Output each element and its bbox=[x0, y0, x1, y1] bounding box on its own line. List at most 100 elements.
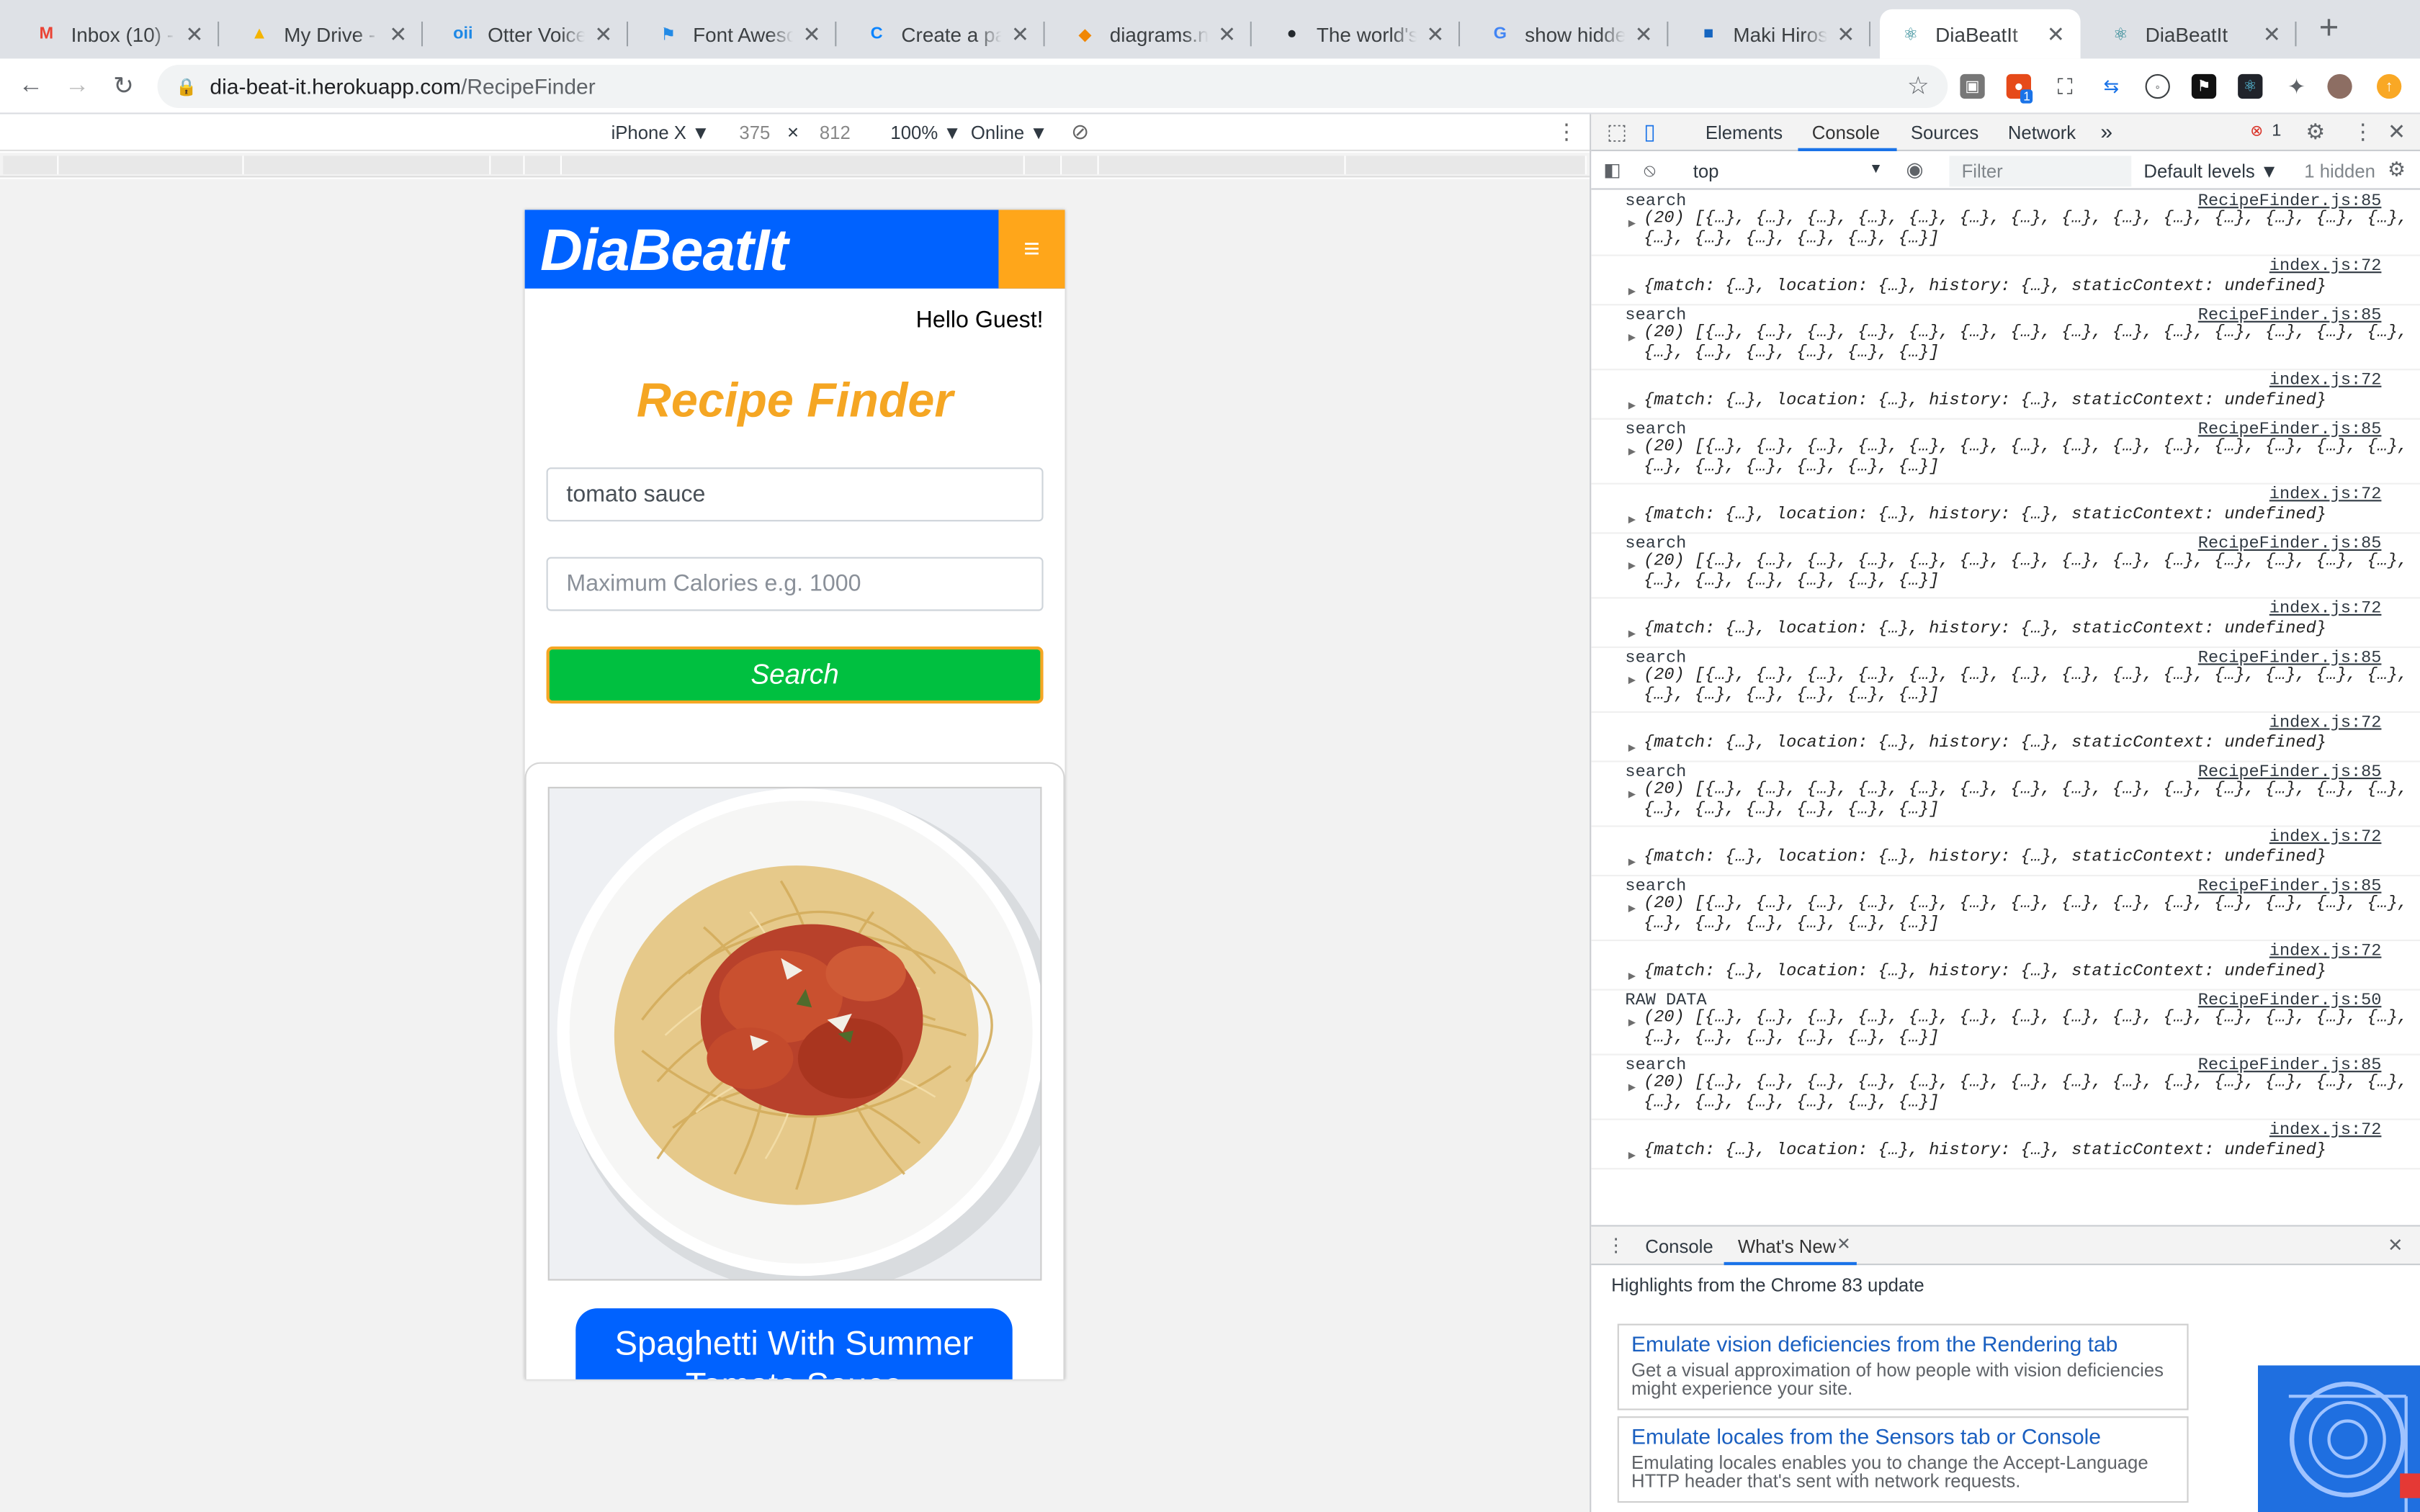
expand-triangle-icon[interactable]: ▶ bbox=[1628, 512, 1636, 528]
height-input[interactable]: 812 bbox=[820, 122, 851, 143]
search-input[interactable]: tomato sauce bbox=[546, 467, 1044, 522]
expand-triangle-icon[interactable]: ▶ bbox=[1628, 741, 1636, 756]
more-tabs-icon[interactable]: » bbox=[2100, 119, 2112, 143]
console-message[interactable]: search RecipeFinder.js:85 ▶ (20) [{…}, {…},… bbox=[1591, 534, 2420, 599]
console-object-preview[interactable]: {match: {…}, location: {…}, history: {…}… bbox=[1644, 620, 2326, 639]
console-message[interactable]: index.js:72 ▶ {match: {…}, location: {…}, … bbox=[1591, 370, 2420, 420]
device-select[interactable]: iPhone X ▼ bbox=[611, 122, 710, 143]
console-object-preview[interactable]: {match: {…}, location: {…}, history: {…}… bbox=[1644, 1142, 2326, 1161]
news-title[interactable]: Emulate vision deficiencies from the Ren… bbox=[1631, 1331, 2174, 1356]
browser-tab[interactable]: ⚛ DiaBeatIt ✕ bbox=[1880, 9, 2081, 59]
console-source-link[interactable]: index.js:72 bbox=[2269, 714, 2382, 733]
console-source-link[interactable]: index.js:72 bbox=[2269, 372, 2382, 390]
close-tab-icon[interactable]: ✕ bbox=[1423, 21, 1448, 47]
chrome-update-thumbnail[interactable] bbox=[2258, 1365, 2420, 1512]
address-bar[interactable]: 🔒 dia-beat-it.herokuapp.com/RecipeFinder… bbox=[157, 65, 1948, 108]
console-source-link[interactable]: index.js:72 bbox=[2269, 942, 2382, 961]
console-object-preview[interactable]: {match: {…}, location: {…}, history: {…}… bbox=[1644, 506, 2326, 526]
browser-tab[interactable]: ⚛ DiaBeatIt ✕ bbox=[2089, 9, 2297, 59]
close-tab-icon[interactable]: ✕ bbox=[386, 21, 411, 47]
hamburger-menu-button[interactable]: ≡ bbox=[998, 210, 1065, 289]
console-message[interactable]: search RecipeFinder.js:85 ▶ (20) [{…}, {…},… bbox=[1591, 1056, 2420, 1120]
console-source-link[interactable]: RecipeFinder.js:85 bbox=[2198, 649, 2382, 668]
console-source-link[interactable]: RecipeFinder.js:85 bbox=[2198, 764, 2382, 783]
console-object-preview[interactable]: (20) [{…}, {…}, {…}, {…}, {…}, {…}, {…},… bbox=[1644, 780, 2408, 819]
close-devtools-icon[interactable]: ✕ bbox=[2388, 119, 2406, 145]
new-tab-button[interactable]: + bbox=[2312, 10, 2346, 46]
update-icon[interactable]: ↑ bbox=[2377, 73, 2402, 99]
console-object-preview[interactable]: (20) [{…}, {…}, {…}, {…}, {…}, {…}, {…},… bbox=[1644, 324, 2408, 363]
console-message[interactable]: RAW DATA RecipeFinder.js:50 ▶ (20) [{…}, {…… bbox=[1591, 991, 2420, 1056]
console-log-area[interactable]: search RecipeFinder.js:85 ▶ (20) [{…}, {…},… bbox=[1591, 192, 2420, 1222]
close-tab-icon[interactable]: ✕ bbox=[2259, 21, 2284, 47]
console-message[interactable]: index.js:72 ▶ {match: {…}, location: {…}, … bbox=[1591, 941, 2420, 991]
browser-tab[interactable]: oii Otter Voice M✕ bbox=[432, 9, 629, 59]
kebab-menu-icon[interactable]: ⋮ bbox=[2352, 119, 2374, 145]
context-select[interactable]: top bbox=[1693, 161, 1719, 182]
back-icon[interactable]: ← bbox=[15, 71, 46, 102]
extension-icon[interactable]: ⇆ bbox=[2099, 74, 2123, 99]
console-message[interactable]: search RecipeFinder.js:85 ▶ (20) [{…}, {…},… bbox=[1591, 192, 2420, 256]
console-source-link[interactable]: RecipeFinder.js:50 bbox=[2198, 992, 2382, 1011]
expand-triangle-icon[interactable]: ▶ bbox=[1628, 787, 1636, 802]
expand-triangle-icon[interactable]: ▶ bbox=[1628, 969, 1636, 984]
console-source-link[interactable]: index.js:72 bbox=[2269, 829, 2382, 847]
browser-tab[interactable]: ▲ My Drive - Go✕ bbox=[228, 9, 424, 59]
expand-triangle-icon[interactable]: ▶ bbox=[1628, 216, 1636, 231]
console-message[interactable]: index.js:72 ▶ {match: {…}, location: {…}, … bbox=[1591, 485, 2420, 534]
console-object-preview[interactable]: {match: {…}, location: {…}, history: {…}… bbox=[1644, 734, 2326, 754]
console-filter-input[interactable]: Filter bbox=[1949, 156, 2132, 187]
extension-icon[interactable]: ⚑ bbox=[2191, 73, 2217, 99]
expand-triangle-icon[interactable]: ▶ bbox=[1628, 855, 1636, 870]
console-object-preview[interactable]: (20) [{…}, {…}, {…}, {…}, {…}, {…}, {…},… bbox=[1644, 1009, 2408, 1048]
console-source-link[interactable]: RecipeFinder.js:85 bbox=[2198, 878, 2382, 896]
console-message[interactable]: index.js:72 ▶ {match: {…}, location: {…}, … bbox=[1591, 1120, 2420, 1170]
console-message[interactable]: search RecipeFinder.js:85 ▶ (20) [{…}, {…},… bbox=[1591, 305, 2420, 371]
console-object-preview[interactable]: (20) [{…}, {…}, {…}, {…}, {…}, {…}, {…},… bbox=[1644, 552, 2408, 591]
error-icon[interactable]: ⊗ bbox=[2250, 123, 2263, 140]
console-message[interactable]: index.js:72 ▶ {match: {…}, location: {…}, … bbox=[1591, 598, 2420, 648]
star-icon[interactable]: ☆ bbox=[1907, 71, 1930, 102]
console-message[interactable]: index.js:72 ▶ {match: {…}, location: {…}, … bbox=[1591, 256, 2420, 306]
close-tab-icon[interactable]: ✕ bbox=[182, 21, 207, 47]
eye-icon[interactable]: ◉ bbox=[1906, 158, 1923, 182]
screenshot-icon[interactable]: ⛶ bbox=[2053, 73, 2077, 99]
console-message[interactable]: index.js:72 ▶ {match: {…}, location: {…}, … bbox=[1591, 827, 2420, 877]
max-calories-input[interactable]: Maximum Calories e.g. 1000 bbox=[546, 557, 1044, 611]
drawer-menu-icon[interactable]: ⋮ bbox=[1607, 1234, 1626, 1256]
tab-network[interactable]: Network bbox=[2008, 122, 2076, 143]
expand-triangle-icon[interactable]: ▶ bbox=[1628, 398, 1636, 413]
browser-tab[interactable]: ■ Maki Hirose: L✕ bbox=[1677, 9, 1871, 59]
drawer-tab-console[interactable]: Console bbox=[1645, 1236, 1713, 1257]
clear-console-icon[interactable]: ⦸ bbox=[1644, 159, 1656, 182]
console-source-link[interactable]: RecipeFinder.js:85 bbox=[2198, 193, 2382, 212]
console-settings-icon[interactable]: ⚙ bbox=[2388, 158, 2406, 182]
console-object-preview[interactable]: {match: {…}, location: {…}, history: {…}… bbox=[1644, 278, 2326, 297]
expand-triangle-icon[interactable]: ▶ bbox=[1628, 672, 1636, 688]
drawer-tab-whats-new[interactable]: What's New bbox=[1738, 1236, 1836, 1257]
puzzle-icon[interactable]: ✦ bbox=[2284, 73, 2308, 99]
console-object-preview[interactable]: (20) [{…}, {…}, {…}, {…}, {…}, {…}, {…},… bbox=[1644, 667, 2408, 706]
extension-icon[interactable]: ◦ bbox=[2145, 73, 2170, 99]
console-source-link[interactable]: RecipeFinder.js:85 bbox=[2198, 421, 2382, 440]
browser-tab[interactable]: ⚑ Font Awesom✕ bbox=[637, 9, 837, 59]
news-item[interactable]: Emulate locales from the Sensors tab or … bbox=[1617, 1416, 2189, 1503]
close-tab-icon[interactable]: ✕ bbox=[2043, 21, 2068, 47]
close-tab-icon[interactable]: ✕ bbox=[799, 21, 824, 47]
console-message[interactable]: index.js:72 ▶ {match: {…}, location: {…}, … bbox=[1591, 713, 2420, 762]
recipe-image[interactable] bbox=[547, 786, 1062, 1293]
tab-console[interactable]: Console bbox=[1812, 122, 1880, 143]
width-input[interactable]: 375 bbox=[739, 122, 770, 143]
news-item[interactable]: Emulate vision deficiencies from the Ren… bbox=[1617, 1323, 2189, 1410]
close-tab-icon[interactable]: ✕ bbox=[1834, 21, 1858, 47]
reload-icon[interactable]: ↻ bbox=[108, 71, 139, 102]
sidebar-toggle-icon[interactable]: ◧ bbox=[1603, 159, 1621, 181]
expand-triangle-icon[interactable]: ▶ bbox=[1628, 1015, 1636, 1030]
avatar[interactable] bbox=[2327, 73, 2352, 99]
tab-sources[interactable]: Sources bbox=[1911, 122, 1978, 143]
close-drawer-icon[interactable]: ✕ bbox=[2388, 1234, 2403, 1256]
extension-icon[interactable]: ▣ bbox=[1960, 73, 1985, 99]
console-source-link[interactable]: RecipeFinder.js:85 bbox=[2198, 536, 2382, 554]
console-source-link[interactable]: index.js:72 bbox=[2269, 258, 2382, 276]
network-select[interactable]: Online ▼ bbox=[971, 122, 1048, 143]
